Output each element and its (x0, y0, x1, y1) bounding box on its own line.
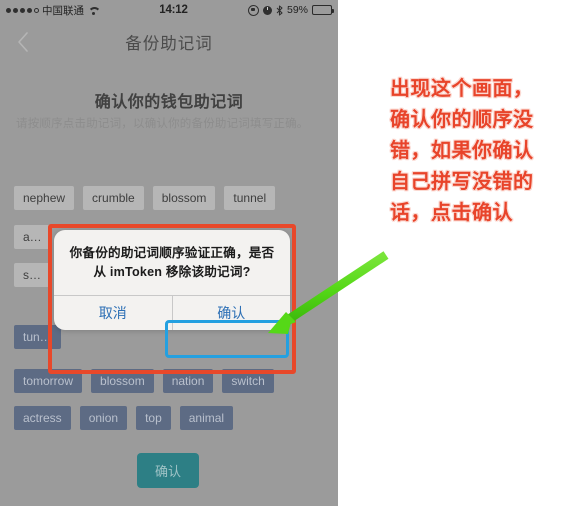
mnemonic-chip-selected[interactable]: tun… (14, 325, 61, 349)
mnemonic-pool-row-1: nephew crumble blossom tunnel (14, 186, 276, 210)
carrier-label: 中国联通 (42, 4, 84, 17)
mnemonic-chip-selected[interactable]: animal (179, 406, 234, 430)
battery-percent-label: 59% (286, 4, 308, 16)
alarm-clock-icon (262, 5, 272, 15)
mnemonic-selected-row-3: actress onion top animal (14, 406, 234, 430)
mnemonic-chip-selected[interactable]: top (136, 406, 171, 430)
nav-bar: 备份助记词 (0, 20, 338, 64)
mnemonic-selected-row-1: tun… (14, 325, 61, 349)
mnemonic-chip-selected[interactable]: blossom (91, 369, 154, 393)
dialog-cancel-button[interactable]: 取消 (54, 296, 173, 330)
mnemonic-chip[interactable]: tunnel (224, 186, 276, 210)
status-bar: 中国联通 14:12 59% (0, 0, 338, 20)
dialog-message: 你备份的助记词顺序验证正确，是否从 imToken 移除该助记词? (69, 246, 275, 279)
status-bar-right: 59% (247, 4, 334, 16)
battery-icon (312, 5, 334, 15)
bottom-confirm-button[interactable]: 确认 (137, 453, 199, 488)
section-subheading: 请按顺序点击助记词，以确认你的备份助记词填写正确。 (16, 118, 309, 130)
mnemonic-chip[interactable]: s… (14, 263, 50, 287)
wifi-icon (88, 6, 99, 15)
mnemonic-chip-selected[interactable]: nation (162, 369, 214, 393)
confirm-removal-dialog: 你备份的助记词顺序验证正确，是否从 imToken 移除该助记词? 取消 确认 (54, 230, 290, 330)
mnemonic-chip[interactable]: a… (14, 225, 51, 249)
section-heading: 确认你的钱包助记词 (94, 94, 244, 111)
mnemonic-pool-row-3: s… (14, 263, 50, 287)
signal-strength-icon (6, 7, 39, 13)
mnemonic-chip-selected[interactable]: tomorrow (14, 369, 83, 393)
dialog-button-bar: 取消 确认 (54, 295, 290, 330)
chevron-left-icon (18, 32, 28, 52)
mnemonic-chip[interactable]: blossom (152, 186, 216, 210)
mnemonic-chip[interactable]: crumble (83, 186, 144, 210)
mnemonic-chip-selected[interactable]: actress (14, 406, 71, 430)
mnemonic-chip[interactable]: nephew (14, 186, 75, 210)
annotation-panel: 出现这个画面，确认你的顺序没错，如果你确认自己拼写没错的话，点击确认 (338, 0, 570, 506)
annotation-text: 出现这个画面，确认你的顺序没错，如果你确认自己拼写没错的话，点击确认 (390, 78, 534, 224)
status-bar-left: 中国联通 (6, 3, 99, 18)
back-button[interactable] (10, 29, 36, 55)
mnemonic-chip-selected[interactable]: onion (79, 406, 128, 430)
dialog-confirm-button[interactable]: 确认 (173, 296, 291, 330)
bluetooth-icon (276, 4, 283, 16)
mnemonic-selected-row-2: tomorrow blossom nation switch (14, 369, 274, 393)
mnemonic-chip-selected[interactable]: switch (222, 369, 274, 393)
clock-label: 14:12 (159, 4, 188, 16)
page-title: 备份助记词 (125, 35, 213, 53)
mnemonic-pool-row-2: a… (14, 225, 51, 249)
phone-screenshot-panel: 中国联通 14:12 59% 备份助记词 确认你的钱包助记词 请按顺序点击助记词… (0, 0, 338, 506)
rotation-lock-icon (247, 4, 259, 16)
